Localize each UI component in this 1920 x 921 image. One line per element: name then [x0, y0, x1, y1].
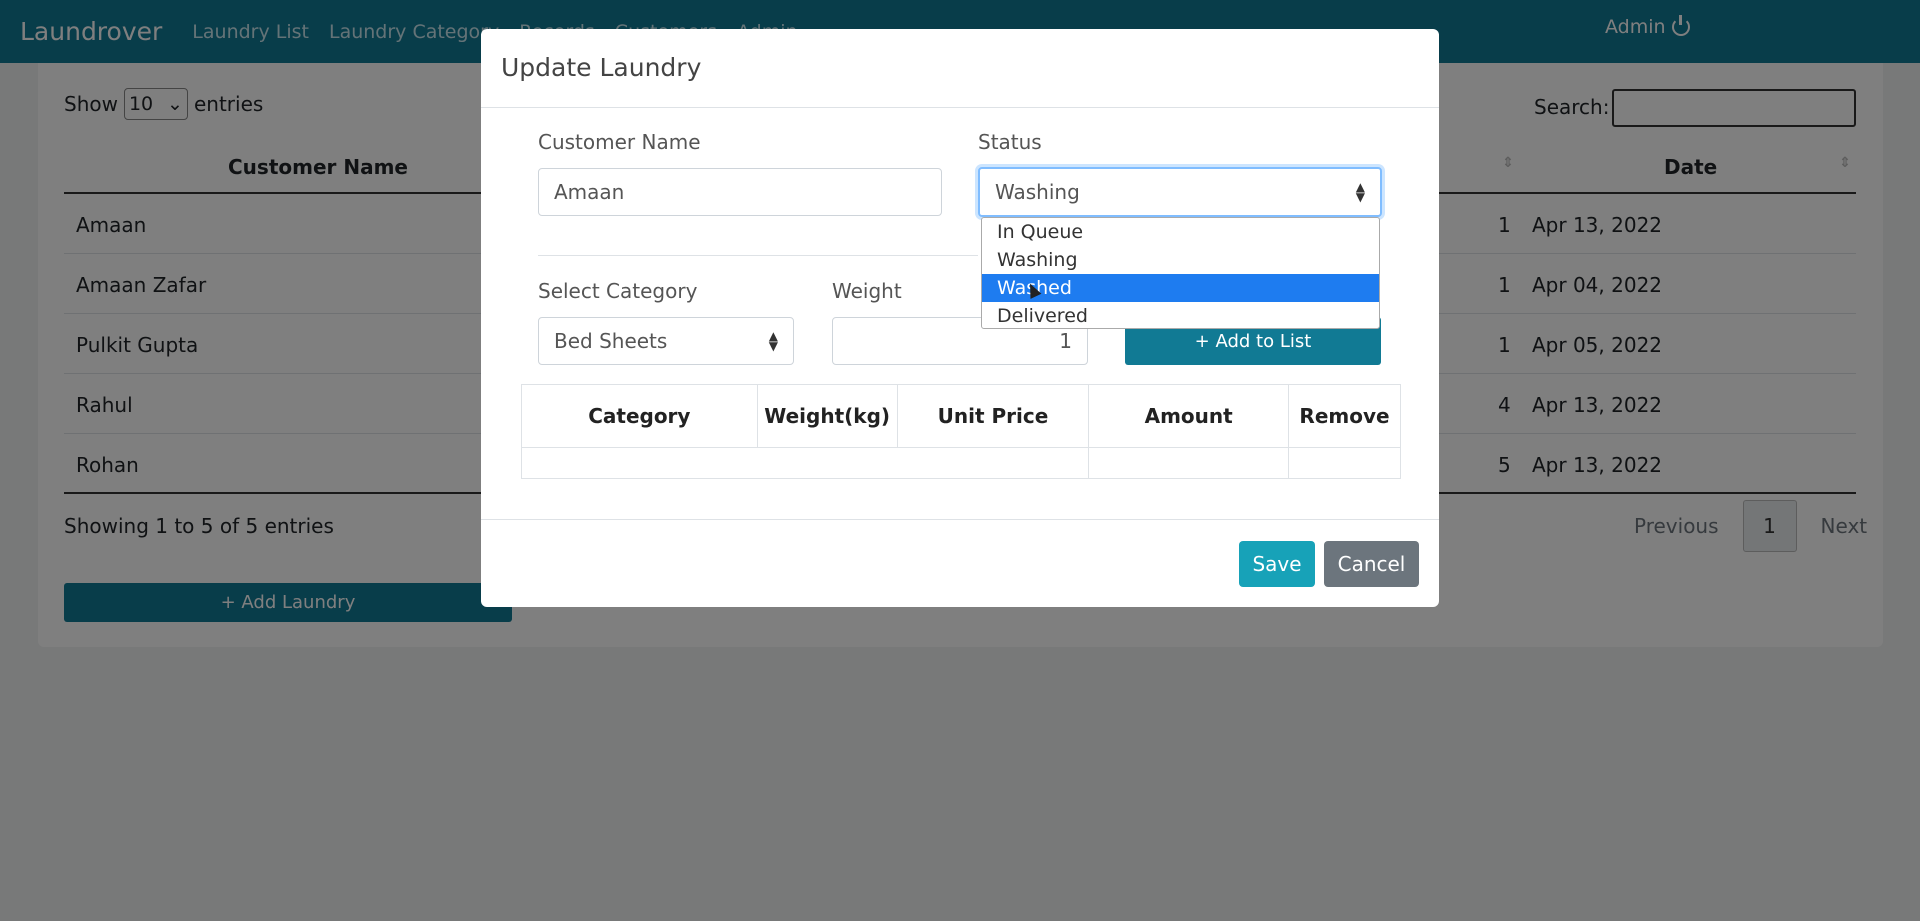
save-button[interactable]: Save: [1239, 541, 1315, 587]
modal-title: Update Laundry: [481, 29, 1439, 108]
weight-value: 1: [1059, 329, 1072, 353]
select-arrows-icon: ▲ ▼: [1355, 180, 1365, 204]
customer-name-value: Amaan: [554, 180, 625, 204]
cancel-button[interactable]: Cancel: [1324, 541, 1419, 587]
select-arrows-icon: ▲ ▼: [768, 329, 778, 353]
customer-name-input[interactable]: Amaan: [538, 168, 942, 216]
items-table: Category Weight(kg) Unit Price Amount Re…: [520, 384, 1401, 479]
status-dropdown-list: In Queue Washing Washed Delivered: [981, 217, 1380, 329]
status-option-in-queue[interactable]: In Queue: [982, 218, 1379, 246]
col-amount: Amount: [1088, 384, 1290, 448]
status-option-washing[interactable]: Washing: [982, 246, 1379, 274]
category-value: Bed Sheets: [554, 329, 668, 353]
items-table-header: Category Weight(kg) Unit Price Amount Re…: [521, 384, 1401, 448]
table-cell: [1288, 447, 1401, 479]
table-row: [520, 447, 1401, 479]
col-remove: Remove: [1288, 384, 1401, 448]
col-unit-price: Unit Price: [896, 384, 1090, 448]
category-select[interactable]: Bed Sheets ▲ ▼: [538, 317, 794, 365]
status-value: Washing: [995, 180, 1080, 204]
status-option-washed[interactable]: Washed: [982, 274, 1379, 302]
col-category: Category: [521, 384, 758, 448]
modal-footer-divider: [481, 519, 1439, 520]
customer-name-label: Customer Name: [538, 130, 701, 154]
form-divider: [538, 255, 978, 256]
table-cell: [520, 447, 1090, 479]
col-weight: Weight(kg): [756, 384, 898, 448]
weight-label: Weight: [832, 279, 902, 303]
status-label: Status: [978, 130, 1042, 154]
select-category-label: Select Category: [538, 279, 698, 303]
status-select[interactable]: Washing ▲ ▼: [978, 167, 1382, 217]
table-cell: [1088, 447, 1290, 479]
status-option-delivered[interactable]: Delivered: [982, 302, 1379, 330]
